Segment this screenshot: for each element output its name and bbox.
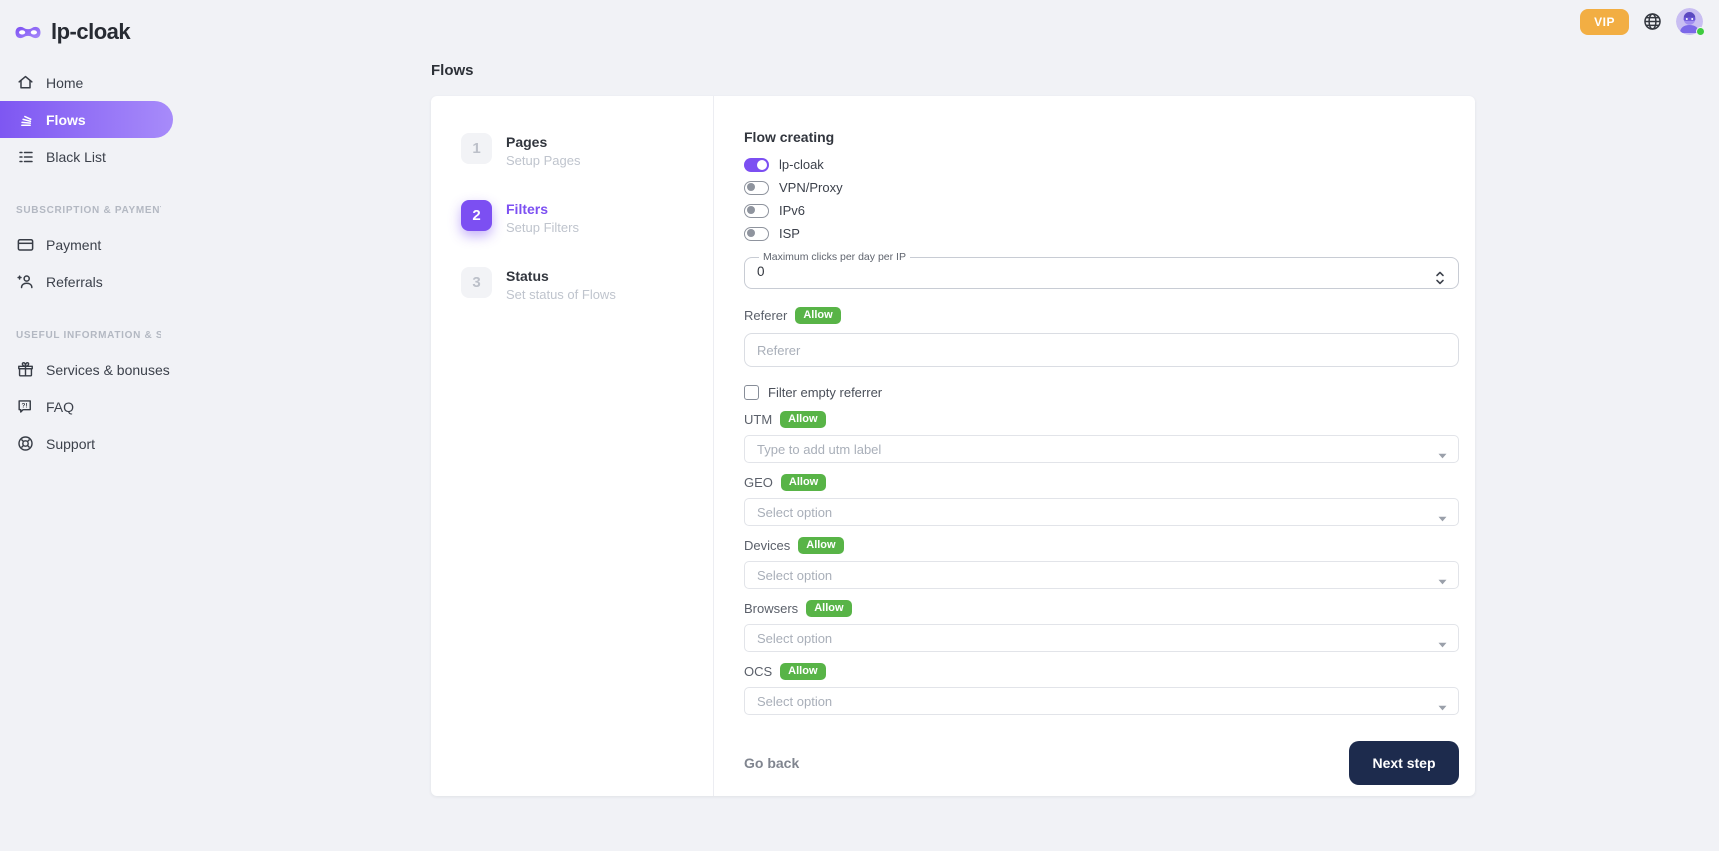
step-subtitle: Setup Filters <box>506 220 579 235</box>
referer-label: Referer <box>744 308 787 323</box>
filter-empty-referrer-row[interactable]: Filter empty referrer <box>744 384 1459 400</box>
step-title: Status <box>506 267 616 284</box>
main-content: Flows 1 Pages Setup Pages 2 Filters Setu… <box>173 0 1719 851</box>
devices-filter-group: Devices Allow <box>744 536 1459 589</box>
browsers-allow-badge[interactable]: Allow <box>806 600 851 617</box>
sidebar-item-label: Support <box>46 436 95 452</box>
step-number: 2 <box>461 200 492 231</box>
flows-stack-icon <box>16 110 35 129</box>
sidebar-item-label: Services & bonuses <box>46 362 170 378</box>
sidebar: lp-cloak Home Flows <box>0 0 173 851</box>
step-number: 1 <box>461 133 492 164</box>
browsers-label: Browsers <box>744 601 798 616</box>
step-title: Pages <box>506 133 580 150</box>
devices-label: Devices <box>744 538 790 553</box>
step-title: Filters <box>506 200 579 217</box>
sidebar-item-faq[interactable]: ?! FAQ <box>0 388 173 425</box>
max-clicks-label: Maximum clicks per day per IP <box>759 251 910 263</box>
empty-referrer-checkbox[interactable] <box>744 385 759 400</box>
ocs-label: OCS <box>744 664 772 679</box>
toggle-switch-off[interactable] <box>744 181 769 195</box>
sidebar-nav: Home Flows Black List SUBSC <box>0 64 173 462</box>
max-clicks-input[interactable] <box>757 264 1388 279</box>
ocs-allow-badge[interactable]: Allow <box>780 663 825 680</box>
utm-input[interactable] <box>744 435 1459 463</box>
sidebar-item-label: Home <box>46 75 83 91</box>
sidebar-item-support[interactable]: Support <box>0 425 173 462</box>
toggle-switch-off[interactable] <box>744 204 769 218</box>
brand-logo[interactable]: lp-cloak <box>0 0 173 50</box>
sidebar-item-label: Black List <box>46 149 106 165</box>
max-clicks-field: Maximum clicks per day per IP <box>744 251 1459 289</box>
checkbox-label: Filter empty referrer <box>768 385 882 400</box>
toggle-ipv6[interactable]: IPv6 <box>744 203 1459 218</box>
devices-select[interactable] <box>744 561 1459 589</box>
page-title: Flows <box>431 62 474 79</box>
toggle-list: lp-cloak VPN/Proxy IPv6 ISP <box>744 157 1459 241</box>
referer-input[interactable] <box>744 333 1459 367</box>
step-subtitle: Setup Pages <box>506 153 580 168</box>
sidebar-section-support: USEFUL INFORMATION & SUPPORT <box>16 330 161 341</box>
step-number: 3 <box>461 267 492 298</box>
ocs-select[interactable] <box>744 687 1459 715</box>
sidebar-item-label: FAQ <box>46 399 74 415</box>
brand-name: lp-cloak <box>51 19 130 45</box>
sidebar-section-subscription: SUBSCRIPTION & PAYMENTS <box>16 205 161 216</box>
geo-allow-badge[interactable]: Allow <box>781 474 826 491</box>
sidebar-item-flows[interactable]: Flows <box>0 101 173 138</box>
lifebuoy-icon <box>16 434 35 453</box>
ocs-filter-group: OCS Allow <box>744 662 1459 715</box>
utm-allow-badge[interactable]: Allow <box>780 411 825 428</box>
step-status[interactable]: 3 Status Set status of Flows <box>461 267 713 302</box>
mask-logo-icon <box>13 23 43 42</box>
browsers-filter-group: Browsers Allow <box>744 599 1459 652</box>
toggle-switch-off[interactable] <box>744 227 769 241</box>
toggle-isp[interactable]: ISP <box>744 226 1459 241</box>
form-title: Flow creating <box>744 129 1459 145</box>
utm-filter-group: UTM Allow <box>744 410 1459 463</box>
toggle-switch-on[interactable] <box>744 158 769 172</box>
toggle-vpn-proxy[interactable]: VPN/Proxy <box>744 180 1459 195</box>
referer-allow-badge[interactable]: Allow <box>795 307 840 324</box>
app-root: lp-cloak Home Flows <box>0 0 1719 851</box>
stepper: 1 Pages Setup Pages 2 Filters Setup Filt… <box>431 96 714 796</box>
sidebar-item-label: Referrals <box>46 274 103 290</box>
flow-card: 1 Pages Setup Pages 2 Filters Setup Filt… <box>431 96 1475 796</box>
toggle-lp-cloak[interactable]: lp-cloak <box>744 157 1459 172</box>
utm-label: UTM <box>744 412 772 427</box>
sidebar-item-home[interactable]: Home <box>0 64 173 101</box>
filters-form: Flow creating lp-cloak VPN/Proxy IPv6 <box>714 96 1475 796</box>
number-stepper-icon[interactable] <box>1435 269 1445 285</box>
sidebar-item-services-bonuses[interactable]: Services & bonuses <box>0 351 173 388</box>
sidebar-item-payment[interactable]: Payment <box>0 226 173 263</box>
sidebar-item-label: Payment <box>46 237 101 253</box>
list-icon <box>16 147 35 166</box>
gift-icon <box>16 360 35 379</box>
next-step-button[interactable]: Next step <box>1349 741 1459 785</box>
devices-allow-badge[interactable]: Allow <box>798 537 843 554</box>
svg-text:?!: ?! <box>22 403 28 410</box>
faq-bubble-icon: ?! <box>16 397 35 416</box>
go-back-button[interactable]: Go back <box>744 755 799 771</box>
step-subtitle: Set status of Flows <box>506 287 616 302</box>
geo-label: GEO <box>744 475 773 490</box>
sidebar-item-referrals[interactable]: Referrals <box>0 263 173 300</box>
sidebar-item-label: Flows <box>46 112 86 128</box>
browsers-select[interactable] <box>744 624 1459 652</box>
form-footer: Go back Next step <box>744 741 1459 785</box>
step-pages[interactable]: 1 Pages Setup Pages <box>461 133 713 168</box>
home-icon <box>16 73 35 92</box>
geo-select[interactable] <box>744 498 1459 526</box>
person-add-icon <box>16 272 35 291</box>
step-filters[interactable]: 2 Filters Setup Filters <box>461 200 713 235</box>
geo-filter-group: GEO Allow <box>744 473 1459 526</box>
sidebar-item-black-list[interactable]: Black List <box>0 138 173 175</box>
credit-card-icon <box>16 235 35 254</box>
referer-label-row: Referer Allow <box>744 306 1459 324</box>
